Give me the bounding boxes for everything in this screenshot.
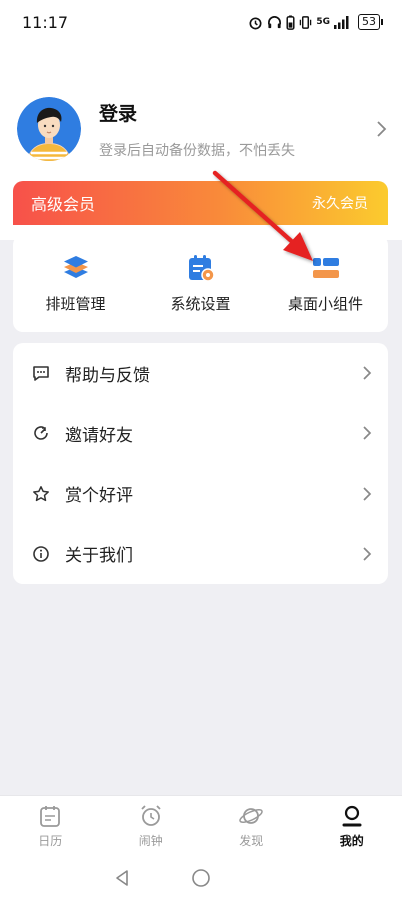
profile-text: 登录 登录后自动备份数据，不怕丢失 — [99, 99, 375, 160]
network-label: 5G — [316, 17, 330, 27]
bottom-tab-bar: 日历 闹钟 发现 我的 — [0, 795, 402, 855]
layers-icon — [61, 253, 91, 283]
menu-item-help-feedback[interactable]: 帮助与反馈 — [13, 343, 388, 403]
avatar-icon[interactable] — [17, 97, 81, 161]
quick-action-label: 系统设置 — [170, 295, 231, 313]
signal-icon — [334, 15, 349, 29]
calendar-icon — [40, 805, 61, 827]
quick-action-desktop-widgets[interactable]: 桌面小组件 — [271, 253, 381, 314]
chevron-right-icon — [363, 547, 372, 561]
star-icon — [33, 485, 49, 501]
menu-label: 帮助与反馈 — [65, 365, 150, 386]
alarm-icon — [249, 16, 262, 29]
quick-action-system-settings[interactable]: 系统设置 — [146, 253, 256, 314]
calendar-settings-icon — [186, 253, 216, 283]
vibrate-icon — [300, 15, 312, 29]
quick-action-schedule-management[interactable]: 排班管理 — [21, 253, 131, 314]
person-icon — [342, 805, 362, 826]
tab-label: 发现 — [239, 833, 264, 848]
settings-menu: 帮助与反馈 邀请好友 赏个好评 关于我们 — [13, 343, 388, 584]
chevron-right-icon — [363, 366, 372, 380]
menu-item-invite-friends[interactable]: 邀请好友 — [13, 403, 388, 463]
menu-label: 邀请好友 — [65, 425, 133, 446]
status-time: 11:17 — [22, 12, 69, 32]
share-icon — [34, 426, 48, 441]
tab-label: 日历 — [38, 833, 63, 848]
battery-indicator: 53 — [358, 14, 383, 30]
alarm-clock-icon — [141, 804, 161, 826]
profile-login-row[interactable]: 登录 登录后自动备份数据，不怕丢失 — [17, 96, 387, 162]
quick-action-label: 排班管理 — [45, 295, 106, 313]
vip-banner[interactable]: 高级会员 永久会员 — [13, 181, 388, 225]
headphones-icon — [268, 15, 282, 28]
chevron-right-icon — [363, 426, 372, 440]
recents-placeholder — [271, 869, 289, 887]
tab-label: 我的 — [339, 833, 364, 848]
info-icon — [33, 546, 49, 562]
system-navigation-bar — [0, 855, 402, 900]
tab-calendar[interactable]: 日历 — [10, 803, 90, 849]
tab-mine[interactable]: 我的 — [312, 803, 392, 849]
menu-label: 关于我们 — [65, 546, 133, 567]
quick-action-label: 桌面小组件 — [287, 295, 363, 313]
login-title[interactable]: 登录 — [99, 99, 375, 126]
home-icon[interactable] — [191, 868, 211, 888]
login-subtitle: 登录后自动备份数据，不怕丢失 — [99, 142, 295, 159]
status-bar: 11:17 5G 53 — [0, 0, 402, 44]
chevron-right-icon — [363, 487, 372, 501]
quick-actions-card: 排班管理 系统设置 桌面小组件 — [13, 235, 388, 332]
back-icon[interactable] — [113, 869, 131, 887]
chevron-right-icon[interactable] — [375, 120, 387, 138]
tab-discover[interactable]: 发现 — [211, 803, 291, 849]
planet-icon — [239, 807, 264, 824]
vip-status: 永久会员 — [312, 196, 368, 212]
tab-alarm[interactable]: 闹钟 — [111, 803, 191, 849]
vip-title: 高级会员 — [31, 195, 96, 214]
menu-item-rate-app[interactable]: 赏个好评 — [13, 464, 388, 524]
battery-saver-icon — [286, 14, 295, 30]
status-icons: 5G 53 — [248, 14, 383, 30]
chat-bubble-icon — [33, 366, 49, 381]
menu-label: 赏个好评 — [65, 486, 133, 507]
widget-icon — [311, 253, 341, 283]
menu-item-about-us[interactable]: 关于我们 — [13, 524, 388, 584]
tab-label: 闹钟 — [138, 833, 163, 848]
